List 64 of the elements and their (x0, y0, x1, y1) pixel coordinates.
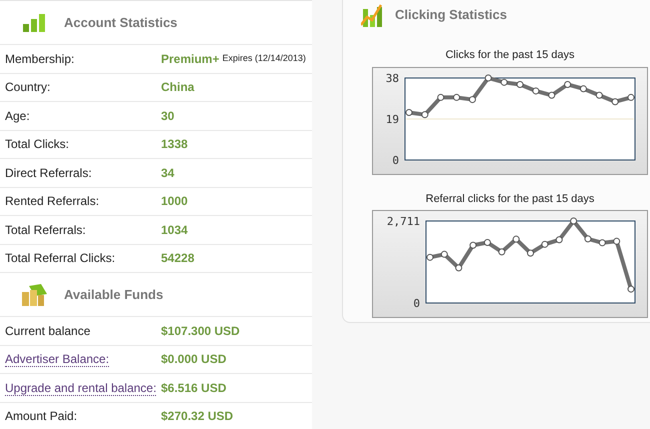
data-point (440, 250, 448, 258)
field-label: Direct Referrals: (5, 164, 93, 182)
data-point (426, 254, 434, 261)
axis-tick-label: 2,711 (386, 215, 420, 228)
data-point (468, 96, 476, 103)
data-point (512, 236, 520, 243)
data-point (598, 239, 606, 246)
field-value: 1034 (161, 222, 188, 239)
data-point (613, 238, 620, 245)
data-point (437, 93, 444, 100)
field-value: $6.516 USD (161, 380, 226, 397)
axis-tick-label: 0 (392, 154, 399, 166)
data-point (628, 286, 634, 293)
balance-link[interactable]: Advertiser Balance: (5, 352, 110, 368)
field-label: Amount Paid: (5, 409, 78, 424)
data-point (498, 248, 506, 256)
data-point (470, 242, 477, 249)
data-point (484, 74, 492, 81)
section-title: Clicking Statistics (395, 6, 507, 24)
field-value: 1000 (161, 193, 188, 210)
field-value: $107.300 USD (161, 322, 240, 340)
data-point (548, 91, 556, 98)
section-title: Available Funds (64, 286, 164, 304)
chart-title: Clicks for the past 15 days (445, 48, 574, 63)
data-point (596, 91, 603, 98)
data-point (541, 240, 548, 248)
field-value: $270.32 USD (161, 408, 234, 426)
field-value: $0.000 USD (161, 351, 226, 368)
axis-tick-label: 38 (386, 72, 399, 84)
section-title: Account Statistics (64, 14, 178, 32)
expiry-note: Expires (12/14/2013) (222, 52, 306, 65)
field-label: Age: (5, 108, 31, 125)
field-value: 30 (161, 108, 174, 125)
field-label: Current balance (5, 324, 90, 338)
data-point (455, 264, 462, 272)
data-point (453, 93, 460, 100)
field-value: 54228 (161, 250, 194, 268)
data-point (580, 84, 587, 92)
chart-title: Referral clicks for the past 15 days (426, 192, 594, 206)
data-point (556, 236, 563, 244)
field-label: Country: (5, 79, 52, 96)
field-label: Total Clicks: (5, 136, 70, 154)
field-label: Membership: (5, 50, 76, 68)
field-label: Total Referral Clicks: (5, 250, 116, 268)
field-label: Rented Referrals: (5, 193, 100, 210)
axis-tick-label: 0 (413, 297, 420, 310)
data-point (421, 110, 428, 118)
data-point (570, 218, 578, 225)
field-label: Total Referrals: (5, 222, 87, 239)
field-value: 34 (161, 164, 174, 182)
field-value: Premium+ (161, 50, 220, 68)
data-point (527, 250, 534, 257)
balance-link[interactable]: Upgrade and rental balance: (5, 380, 156, 396)
field-value: China (161, 79, 194, 96)
data-point (612, 98, 619, 105)
data-point (628, 93, 634, 100)
field-value: 1338 (161, 136, 188, 154)
axis-tick-label: 19 (386, 112, 399, 126)
bar-chart-icon (23, 14, 45, 32)
data-point (584, 235, 592, 242)
rising-chart-icon (361, 3, 383, 27)
data-point (500, 78, 508, 86)
coins-icon (21, 284, 47, 306)
data-point (532, 86, 540, 94)
